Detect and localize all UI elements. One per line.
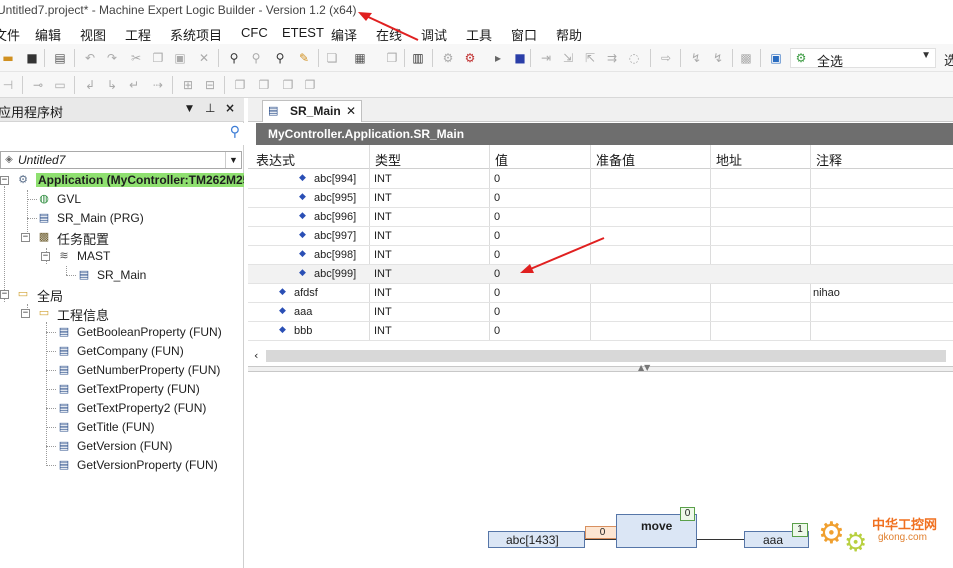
annotation-arrow-row [520, 237, 605, 273]
gear-icon: ⚙ [818, 516, 845, 551]
annotation-arrow-title [358, 12, 419, 41]
watermark-name: 中华工控网 [872, 517, 938, 532]
watermark-logo: ⚙ ⚙ 中华工控网 gkong.com [814, 510, 944, 560]
annotation-layer [358, 12, 605, 273]
gear-icon: ⚙ [844, 528, 868, 558]
watermark-url: gkong.com [878, 532, 927, 543]
